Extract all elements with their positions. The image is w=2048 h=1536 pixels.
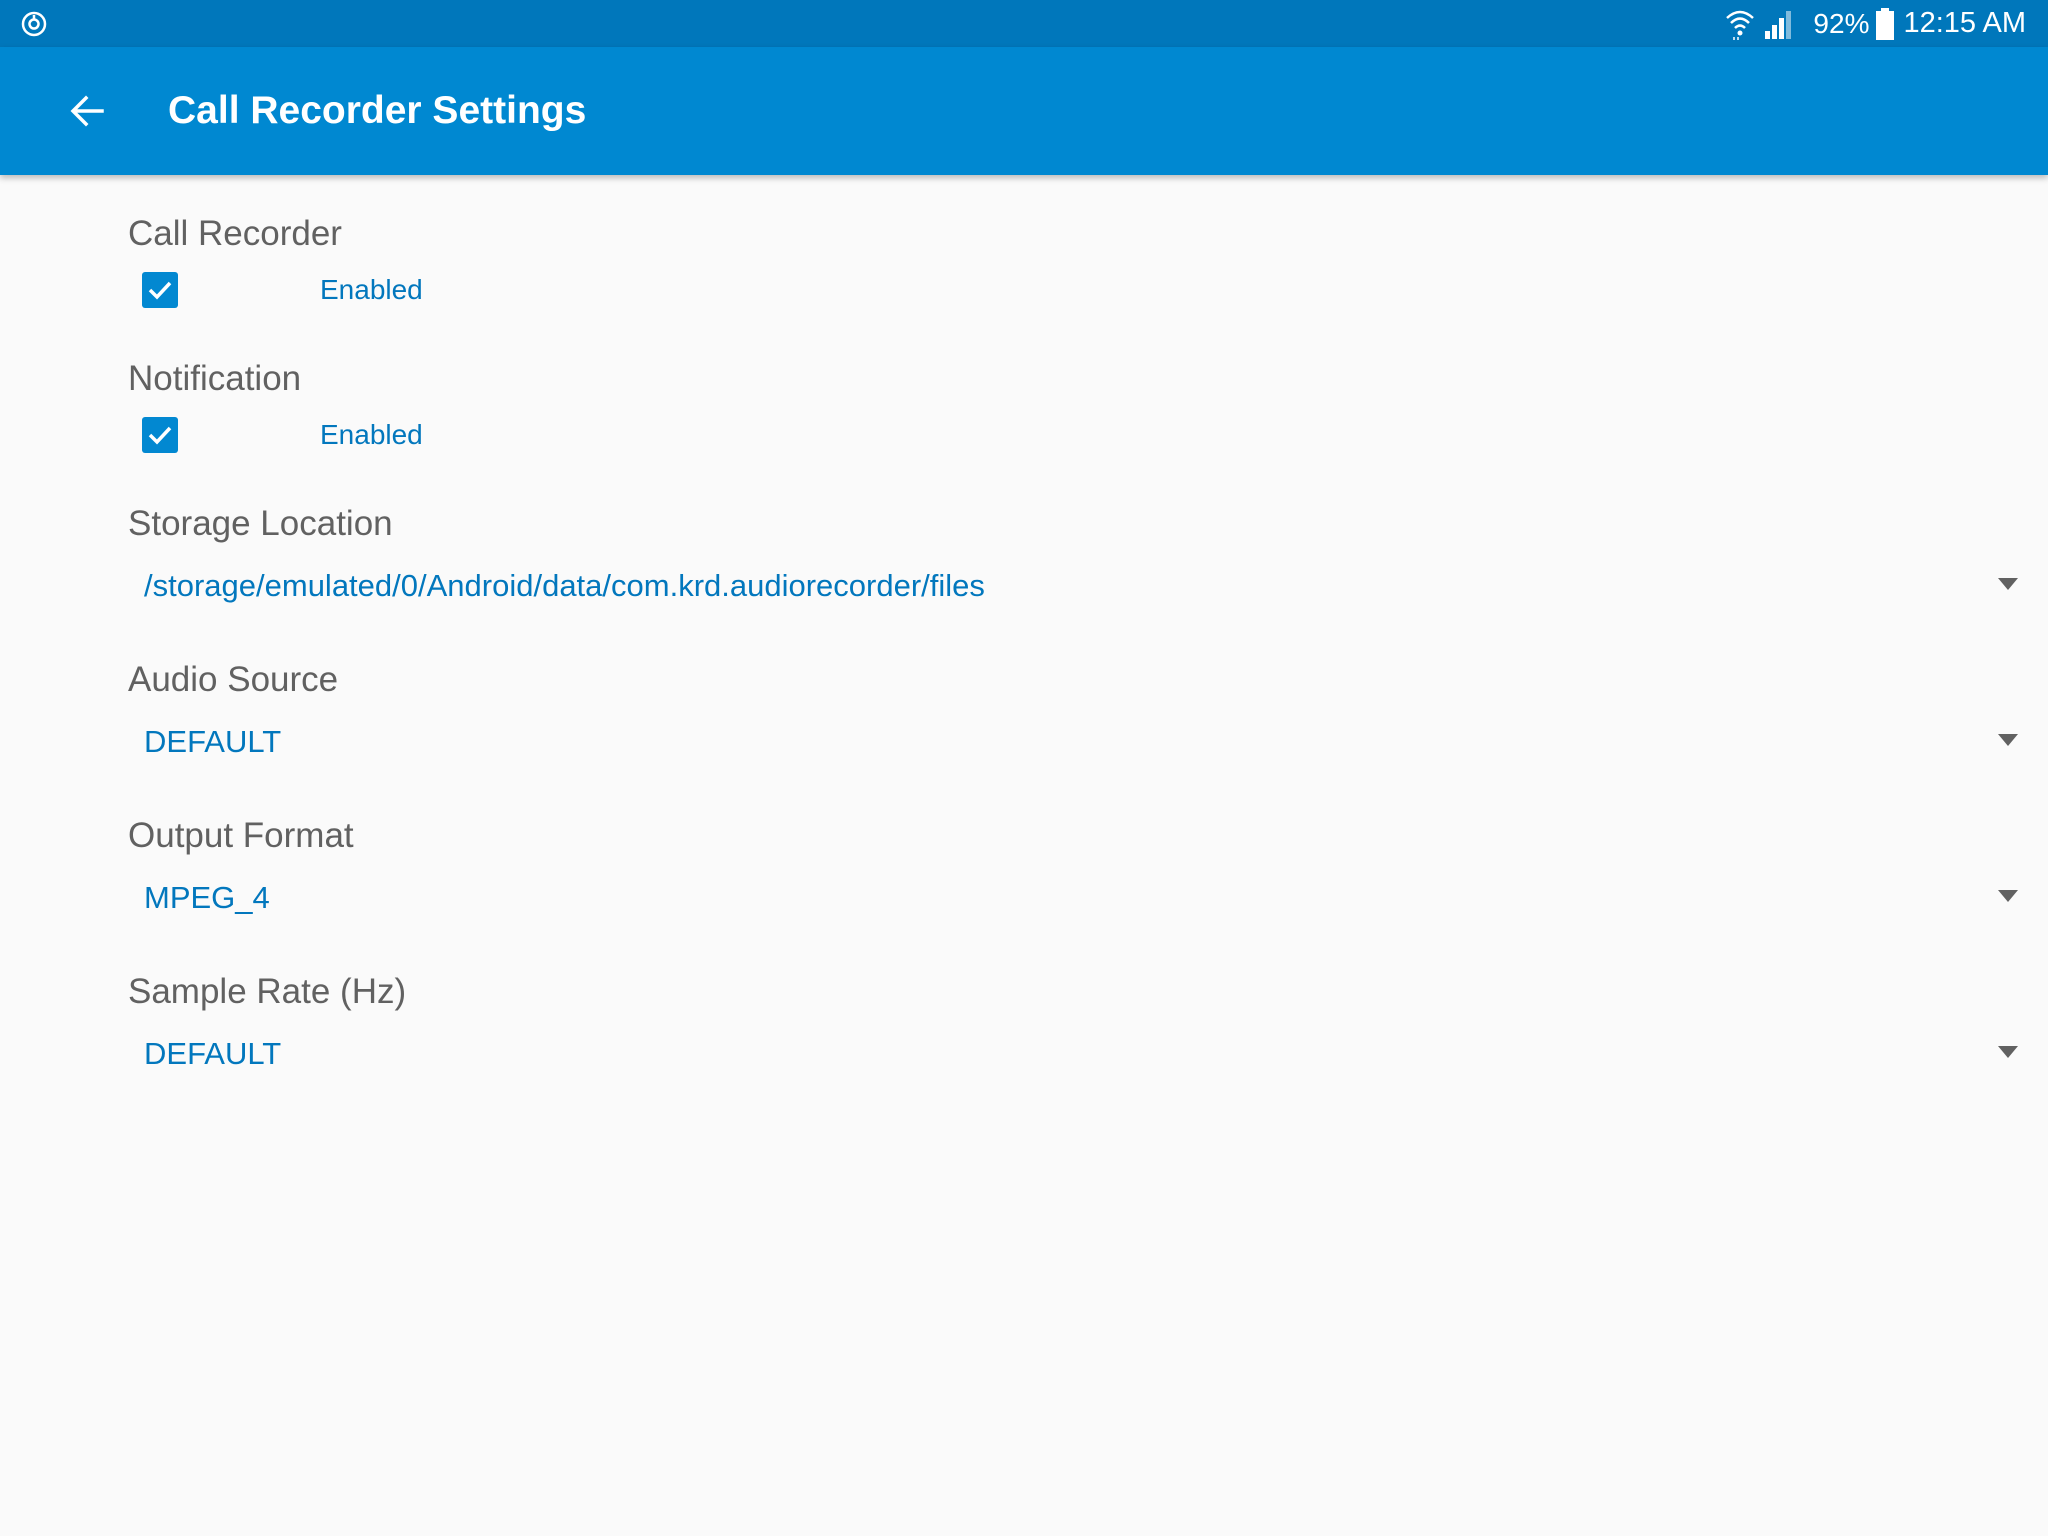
checkmark-icon [148, 281, 172, 300]
output-format-label: Output Format [128, 816, 354, 855]
call-recorder-checkbox[interactable] [142, 272, 178, 308]
dropdown-arrow-icon [1998, 1046, 2018, 1058]
call-recorder-enabled-label[interactable]: Enabled [320, 274, 423, 306]
checkmark-icon [148, 426, 172, 445]
dropdown-arrow-icon [1998, 734, 2018, 746]
wifi-icon [1726, 10, 1755, 40]
sample-rate-label: Sample Rate (Hz) [128, 972, 407, 1011]
output-format-dropdown[interactable]: MPEG_4 [128, 870, 2018, 926]
status-bar: 92% 12:15 AM [0, 0, 2048, 47]
storage-location-label: Storage Location [128, 504, 393, 543]
page-title: Call Recorder Settings [168, 89, 587, 132]
cell-signal-icon [1765, 10, 1792, 39]
notification-enabled-label[interactable]: Enabled [320, 419, 423, 451]
audio-source-value: DEFAULT [144, 724, 282, 759]
status-indicators: 92% 12:15 AM [1725, 0, 2026, 47]
sample-rate-value: DEFAULT [144, 1036, 282, 1071]
dropdown-arrow-icon [1998, 578, 2018, 590]
battery-percent: 92% [1813, 7, 1870, 39]
output-format-value: MPEG_4 [144, 880, 270, 915]
call-recorder-label: Call Recorder [128, 214, 342, 253]
battery-icon [1876, 7, 1895, 40]
app-bar: Call Recorder Settings [0, 47, 2048, 175]
notification-label: Notification [128, 359, 302, 398]
storage-location-dropdown[interactable]: /storage/emulated/0/Android/data/com.krd… [128, 558, 2018, 614]
audio-source-dropdown[interactable]: DEFAULT [128, 714, 2018, 770]
storage-location-value: /storage/emulated/0/Android/data/com.krd… [144, 568, 985, 603]
audio-source-label: Audio Source [128, 660, 339, 699]
arrow-back-icon[interactable] [66, 89, 110, 133]
sync-icon [21, 11, 47, 37]
dropdown-arrow-icon [1998, 890, 2018, 902]
status-clock: 12:15 AM [1903, 7, 2026, 39]
notification-checkbox[interactable] [142, 417, 178, 453]
sample-rate-dropdown[interactable]: DEFAULT [128, 1026, 2018, 1082]
